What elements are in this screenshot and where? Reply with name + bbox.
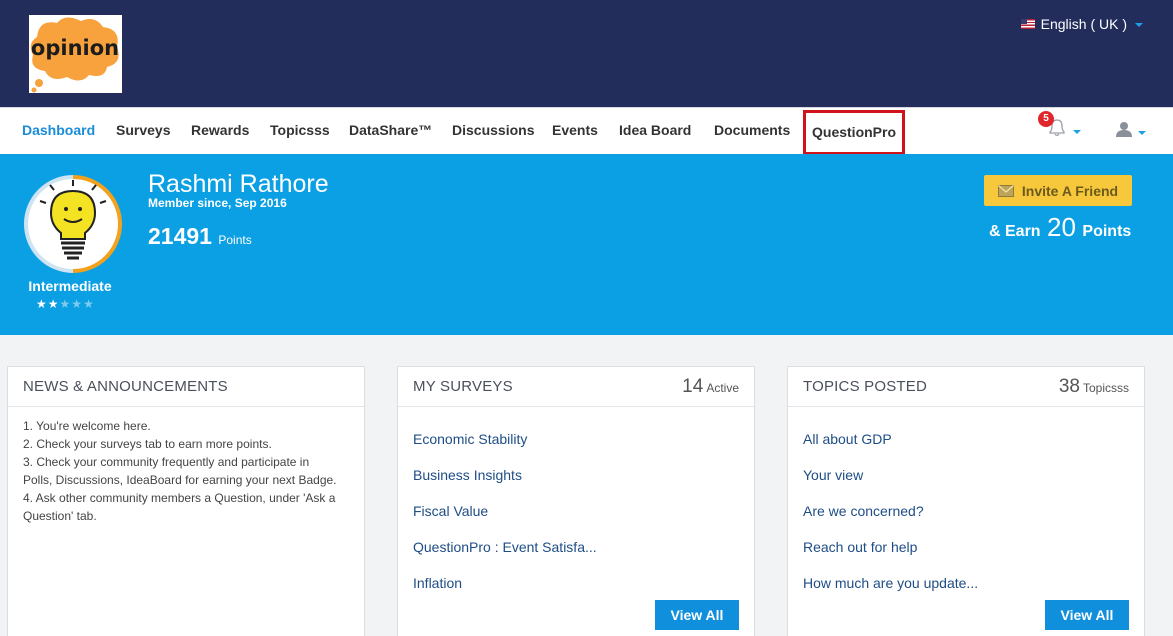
survey-link[interactable]: Economic Stability	[413, 429, 739, 465]
earn-suffix: Points	[1082, 223, 1132, 240]
user-menu-button[interactable]	[1115, 121, 1147, 144]
user-name: Rashmi Rathore	[148, 170, 329, 198]
notification-count-badge: 5	[1038, 111, 1054, 127]
topics-card: TOPICS POSTED 38 Topicsss All about GDP Y…	[787, 366, 1145, 636]
nav-datashare[interactable]: DataShare™	[349, 108, 432, 154]
top-header: opinion English ( UK )	[0, 0, 1173, 107]
star-rating: ★★★★★	[36, 297, 95, 311]
topics-count-label: Topicsss	[1082, 380, 1129, 395]
news-line: Question' tab.	[23, 509, 97, 523]
avatar	[23, 175, 123, 273]
star-empty-icon: ★	[59, 297, 72, 311]
topics-count-value: 38	[1058, 375, 1080, 397]
nav-rewards[interactable]: Rewards	[191, 108, 249, 154]
surveys-count: 14 Active	[682, 376, 739, 398]
news-line: 3. Check your community frequently and p…	[23, 455, 310, 469]
chevron-down-icon	[1135, 23, 1143, 27]
survey-link[interactable]: QuestionPro : Event Satisfa...	[413, 537, 739, 573]
surveys-list: Economic Stability Business Insights Fis…	[398, 407, 754, 609]
topic-link[interactable]: Are we concerned?	[803, 501, 1129, 537]
surveys-card-header: MY SURVEYS 14 Active	[398, 367, 754, 407]
main-nav: Dashboard Surveys Rewards Topicsss DataS…	[0, 107, 1173, 155]
nav-discussions[interactable]: Discussions	[452, 108, 534, 154]
star-empty-icon: ★	[83, 297, 95, 311]
lightbulb-avatar-icon	[23, 175, 123, 273]
news-card-header: NEWS & ANNOUNCEMENTS	[8, 367, 364, 407]
surveys-card-title: MY SURVEYS	[413, 378, 513, 395]
news-card: NEWS & ANNOUNCEMENTS 1. You're welcome h…	[7, 366, 365, 636]
news-line: 2. Check your surveys tab to earn more p…	[23, 437, 272, 451]
nav-documents[interactable]: Documents	[714, 108, 790, 154]
earn-prefix: & Earn	[989, 223, 1041, 240]
topics-card-title: TOPICS POSTED	[803, 378, 928, 395]
topics-view-all-button[interactable]: View All	[1045, 600, 1129, 630]
earn-points-value: 20	[1047, 212, 1076, 242]
user-icon	[1116, 122, 1146, 137]
surveys-view-all-button[interactable]: View All	[655, 600, 739, 630]
topics-card-header: TOPICS POSTED 38 Topicsss	[788, 367, 1144, 407]
star-filled-icon: ★	[47, 297, 60, 311]
nav-events[interactable]: Events	[552, 108, 598, 154]
invite-friend-label: Invite A Friend	[1021, 182, 1119, 199]
nav-idea-board[interactable]: Idea Board	[619, 108, 691, 154]
surveys-card: MY SURVEYS 14 Active Economic Stability B…	[397, 366, 755, 636]
member-level: Intermediate	[28, 278, 112, 294]
surveys-count-label: Active	[706, 380, 739, 395]
points-label: Points	[218, 233, 252, 247]
topic-link[interactable]: Your view	[803, 465, 1129, 501]
points-total: 21491 Points	[148, 223, 252, 250]
logo-text: opinion	[31, 36, 119, 60]
star-empty-icon: ★	[71, 297, 84, 311]
news-line: 4. Ask other community members a Questio…	[23, 491, 336, 505]
surveys-count-value: 14	[682, 375, 704, 397]
points-value: 21491	[148, 223, 212, 249]
news-card-title: NEWS & ANNOUNCEMENTS	[23, 378, 228, 395]
nav-surveys[interactable]: Surveys	[116, 108, 170, 154]
language-label: English ( UK )	[1040, 16, 1127, 32]
news-line: 1. You're welcome here.	[23, 419, 151, 433]
us-flag-icon	[1020, 19, 1035, 29]
language-selector[interactable]: English ( UK )	[1020, 16, 1143, 32]
member-since: Member since, Sep 2016	[148, 196, 287, 210]
opinion-logo[interactable]: opinion	[29, 15, 122, 93]
news-body: 1. You're welcome here. 2. Check your su…	[8, 407, 364, 535]
news-line: Polls, Discussions, IdeaBoard for earnin…	[23, 473, 337, 487]
invite-friend-button[interactable]: Invite A Friend	[984, 175, 1132, 206]
earn-points-text: & Earn 20 Points	[989, 212, 1131, 243]
envelope-icon	[997, 184, 1014, 197]
survey-link[interactable]: Business Insights	[413, 465, 739, 501]
nav-topicsss[interactable]: Topicsss	[270, 108, 330, 154]
topic-link[interactable]: Reach out for help	[803, 537, 1129, 573]
topics-count: 38 Topicsss	[1059, 376, 1129, 398]
survey-link[interactable]: Fiscal Value	[413, 501, 739, 537]
nav-questionpro[interactable]: QuestionPro	[803, 110, 906, 155]
topics-list: All about GDP Your view Are we concerned…	[788, 407, 1144, 609]
topic-link[interactable]: All about GDP	[803, 429, 1129, 465]
nav-dashboard[interactable]: Dashboard	[22, 108, 95, 154]
star-filled-icon: ★	[36, 297, 48, 311]
